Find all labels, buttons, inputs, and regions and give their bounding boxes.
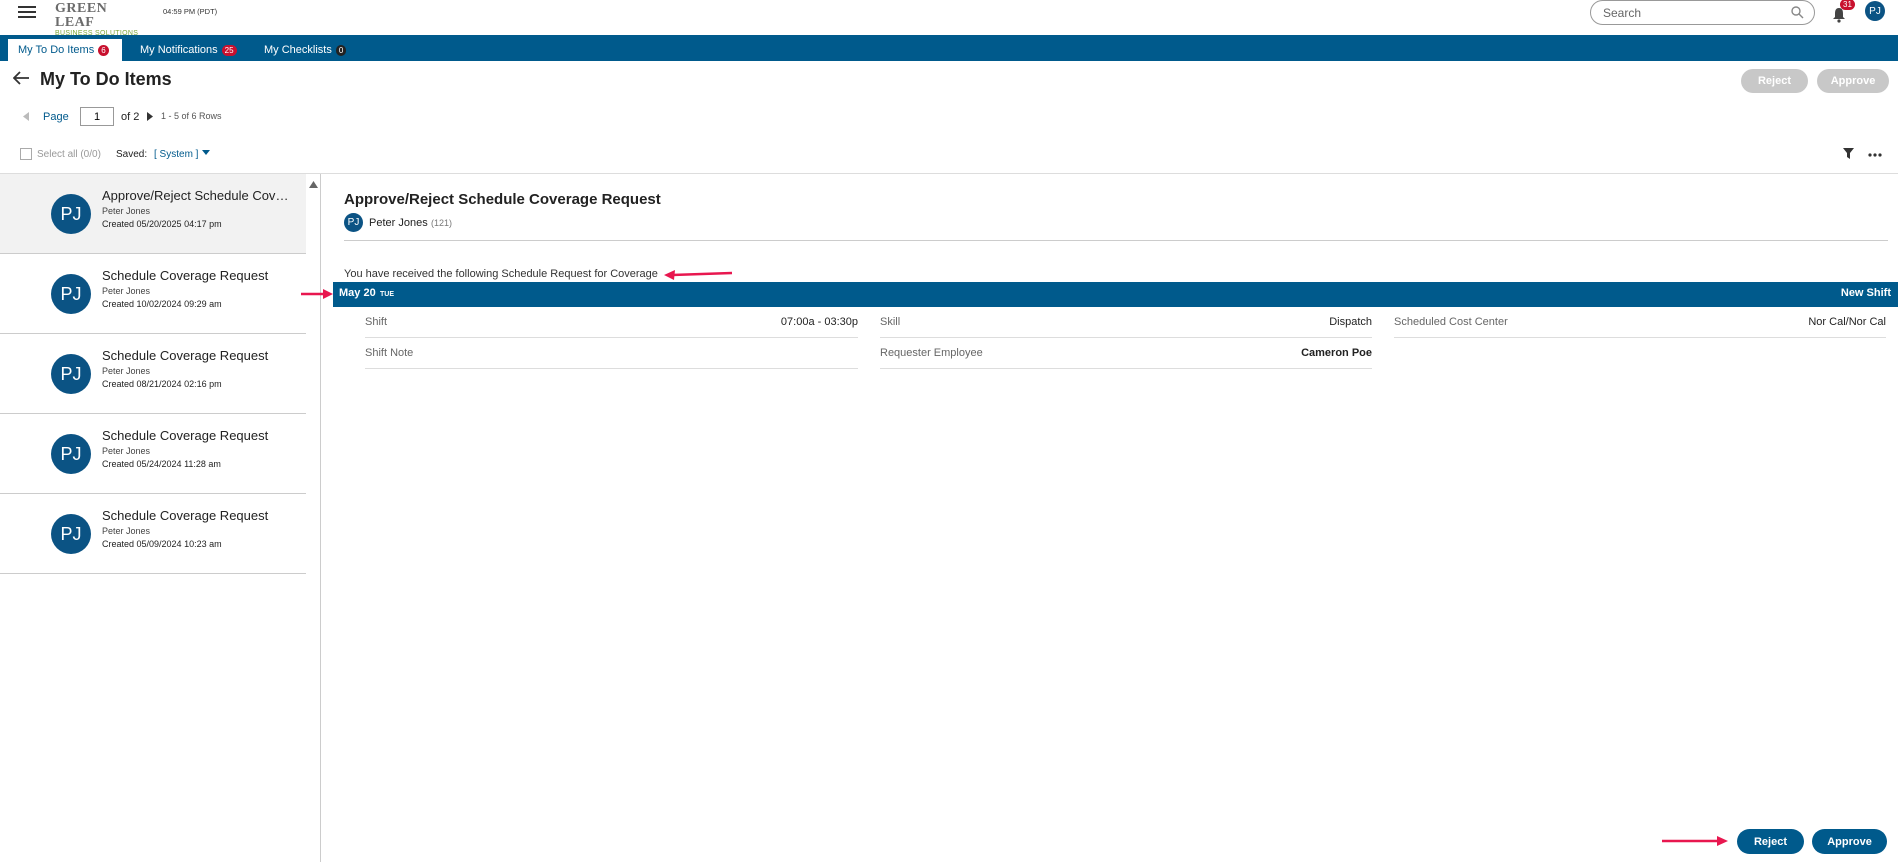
field-cost-center: Scheduled Cost Center Nor Cal/Nor Cal [1394, 308, 1886, 338]
notifications-badge: 31 [1840, 0, 1855, 10]
avatar: PJ [51, 354, 91, 394]
item-created: Created 05/20/2025 04:17 pm [102, 219, 222, 229]
tab-my-to-do-items[interactable]: My To Do Items 6 [8, 39, 122, 61]
annotation-arrow-left-icon [664, 270, 733, 280]
avatar: PJ [51, 514, 91, 554]
tab-my-notifications[interactable]: My Notifications 25 [130, 39, 247, 61]
saved-view-dropdown[interactable]: [ System ] [154, 149, 211, 160]
item-person: Peter Jones [102, 526, 151, 536]
saved-label: Saved: [116, 149, 148, 160]
caret-down-icon [202, 150, 211, 155]
tab-count-badge: 0 [335, 44, 347, 56]
row-count: 1 - 5 of 6 Rows [161, 111, 222, 121]
tab-label: My Notifications [140, 44, 218, 56]
select-all-checkbox[interactable] [20, 148, 32, 160]
item-title: Schedule Coverage Request [102, 268, 269, 283]
item-title: Schedule Coverage Request [102, 348, 269, 363]
field-label: Shift [365, 316, 388, 328]
item-title: Schedule Coverage Request [102, 508, 269, 523]
page-total: of 2 [121, 111, 140, 123]
requester-avatar: PJ [344, 213, 363, 232]
list-item[interactable]: PJ Schedule Coverage Request Peter Jones… [0, 334, 306, 414]
item-created: Created 05/24/2024 11:28 am [102, 459, 221, 469]
filter-icon[interactable] [1843, 148, 1854, 159]
tab-label: My Checklists [264, 44, 332, 56]
page-title: My To Do Items [40, 69, 172, 89]
avatar: PJ [51, 194, 91, 234]
logo-wordmark: GREEN LEAF [55, 1, 108, 30]
field-label: Shift Note [365, 347, 414, 359]
page-label: Page [43, 111, 69, 123]
tab-bar: My To Do Items 6 My Notifications 25 My Ch… [0, 35, 1898, 61]
day-header: May 20 TUE New Shift [333, 282, 1898, 307]
to-do-list: PJ Approve/Reject Schedule Cover... Pete… [0, 174, 306, 862]
requester-name: Peter Jones [369, 217, 428, 229]
list-item[interactable]: PJ Schedule Coverage Request Peter Jones… [0, 494, 306, 574]
menu-icon[interactable] [18, 3, 36, 21]
day-weekday: TUE [380, 291, 394, 298]
annotation-arrow-right-icon [1662, 836, 1728, 846]
annotation-arrow-right-icon [301, 289, 333, 299]
approve-button-top[interactable]: Approve [1817, 69, 1889, 93]
list-item[interactable]: PJ Schedule Coverage Request Peter Jones… [0, 254, 306, 334]
avatar: PJ [51, 274, 91, 314]
field-label: Scheduled Cost Center [1394, 316, 1508, 328]
next-page-icon[interactable] [147, 112, 153, 121]
item-created: Created 08/21/2024 02:16 pm [102, 379, 222, 389]
tab-my-checklists[interactable]: My Checklists 0 [254, 39, 356, 61]
saved-view-value: [ System ] [154, 149, 199, 160]
list-toolbar: Select all (0/0) Saved: [ System ] [0, 145, 1898, 165]
item-person: Peter Jones [102, 286, 151, 296]
item-title: Schedule Coverage Request [102, 428, 269, 443]
shift-type: New Shift [1840, 287, 1891, 299]
logo: GREEN LEAF BUSINESS SOLUTIONS [55, 2, 150, 38]
item-created: Created 05/09/2024 10:23 am [102, 539, 222, 549]
approve-button[interactable]: Approve [1812, 829, 1887, 854]
field-label: Skill [880, 316, 901, 328]
reject-button-top[interactable]: Reject [1741, 69, 1808, 93]
item-created: Created 10/02/2024 09:29 am [102, 299, 222, 309]
field-skill: Skill Dispatch [880, 308, 1372, 338]
back-arrow-icon[interactable] [13, 71, 30, 85]
day-date: May 20 [339, 287, 376, 299]
item-person: Peter Jones [102, 366, 151, 376]
pagination: Page of 2 1 - 5 of 6 Rows [0, 106, 400, 128]
field-value: Nor Cal/Nor Cal [1808, 316, 1886, 328]
field-shift-note: Shift Note [365, 339, 858, 369]
item-title: Approve/Reject Schedule Cover... [102, 188, 292, 203]
previous-page-icon[interactable] [23, 112, 29, 121]
field-value: Cameron Poe [1301, 347, 1372, 359]
request-message: You have received the following Schedule… [344, 268, 658, 280]
list-item[interactable]: PJ Approve/Reject Schedule Cover... Pete… [0, 174, 306, 254]
avatar: PJ [51, 434, 91, 474]
item-person: Peter Jones [102, 446, 151, 456]
field-requester-employee: Requester Employee Cameron Poe [880, 339, 1372, 369]
page-number-input[interactable] [80, 107, 114, 126]
tab-count-badge: 25 [221, 44, 237, 56]
page-header: My To Do Items Reject Approve [0, 61, 1898, 101]
list-item[interactable]: PJ Schedule Coverage Request Peter Jones… [0, 414, 306, 494]
top-bar: GREEN LEAF BUSINESS SOLUTIONS 04:59 PM (… [0, 0, 1898, 38]
notifications-button[interactable]: 31 [1832, 0, 1855, 24]
search-box[interactable] [1590, 0, 1815, 25]
tab-label: My To Do Items [18, 44, 95, 56]
search-input[interactable] [1603, 6, 1783, 20]
field-value: Dispatch [1329, 316, 1372, 328]
requester-id: (121) [431, 218, 453, 228]
field-shift: Shift 07:00a - 03:30p [365, 308, 858, 338]
field-value: 07:00a - 03:30p [780, 316, 858, 328]
divider [344, 240, 1888, 241]
search-icon[interactable] [1791, 6, 1804, 19]
item-person: Peter Jones [102, 206, 151, 216]
scroll-up-icon[interactable] [309, 181, 318, 188]
tab-count-badge: 6 [98, 44, 109, 56]
user-avatar[interactable]: PJ [1865, 1, 1885, 21]
reject-button[interactable]: Reject [1737, 829, 1804, 854]
detail-title: Approve/Reject Schedule Coverage Request [344, 191, 661, 208]
current-time: 04:59 PM (PDT) [163, 7, 218, 16]
select-all-label: Select all (0/0) [37, 149, 101, 160]
list-scrollbar[interactable] [306, 174, 321, 862]
more-options-icon[interactable] [1868, 153, 1882, 157]
field-label: Requester Employee [880, 347, 983, 359]
